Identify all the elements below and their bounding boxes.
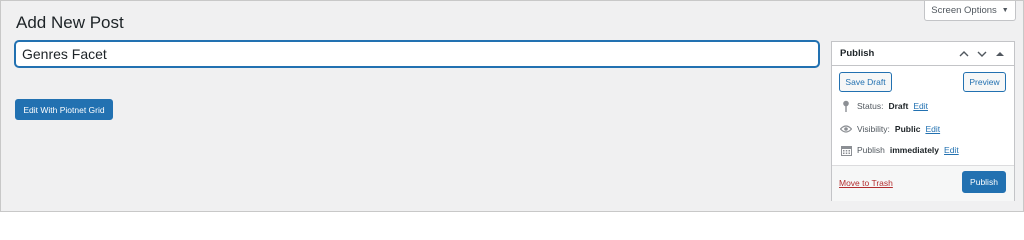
minor-publishing-actions: Save Draft Preview (832, 72, 1014, 94)
screen-options-button[interactable]: Screen Options ▼ (924, 1, 1016, 21)
handle-actions (958, 48, 1006, 60)
move-up-icon[interactable] (958, 48, 970, 60)
save-draft-button[interactable]: Save Draft (839, 72, 892, 92)
edit-schedule-link[interactable]: Edit (944, 145, 959, 155)
publish-button[interactable]: Publish (962, 171, 1006, 193)
status-value: Draft (888, 101, 909, 111)
screen-options-label: Screen Options (931, 5, 997, 16)
publish-box-header: Publish (832, 42, 1014, 66)
status-row: Status: Draft Edit (840, 99, 928, 113)
publish-schedule-row: Publish immediately Edit (840, 143, 959, 157)
eye-icon (840, 123, 852, 135)
visibility-label: Visibility: (857, 124, 890, 134)
post-title-input[interactable] (15, 41, 819, 67)
publish-label: Publish (857, 145, 885, 155)
pin-icon (840, 100, 852, 112)
collapse-toggle-icon[interactable] (994, 48, 1006, 60)
page-title: Add New Post (16, 13, 124, 32)
publish-timing-value: immediately (889, 145, 940, 155)
calendar-icon (840, 144, 852, 156)
edit-with-piotnet-grid-button[interactable]: Edit With Piotnet Grid (15, 99, 113, 120)
status-label: Status: (857, 101, 884, 111)
move-down-icon[interactable] (976, 48, 988, 60)
admin-screen: Add New Post Screen Options ▼ Edit With … (0, 0, 1024, 212)
major-publishing-actions: Move to Trash Publish (832, 165, 1014, 201)
publish-box: Publish Save Draft Preview Status: Draft… (831, 41, 1015, 201)
visibility-value: Public (894, 124, 921, 134)
preview-button[interactable]: Preview (963, 72, 1006, 92)
edit-status-link[interactable]: Edit (913, 101, 928, 111)
caret-down-icon: ▼ (1001, 7, 1009, 14)
edit-visibility-link[interactable]: Edit (925, 124, 940, 134)
move-to-trash-link[interactable]: Move to Trash (839, 178, 893, 188)
visibility-row: Visibility: Public Edit (840, 122, 940, 136)
publish-box-heading: Publish (840, 48, 875, 59)
